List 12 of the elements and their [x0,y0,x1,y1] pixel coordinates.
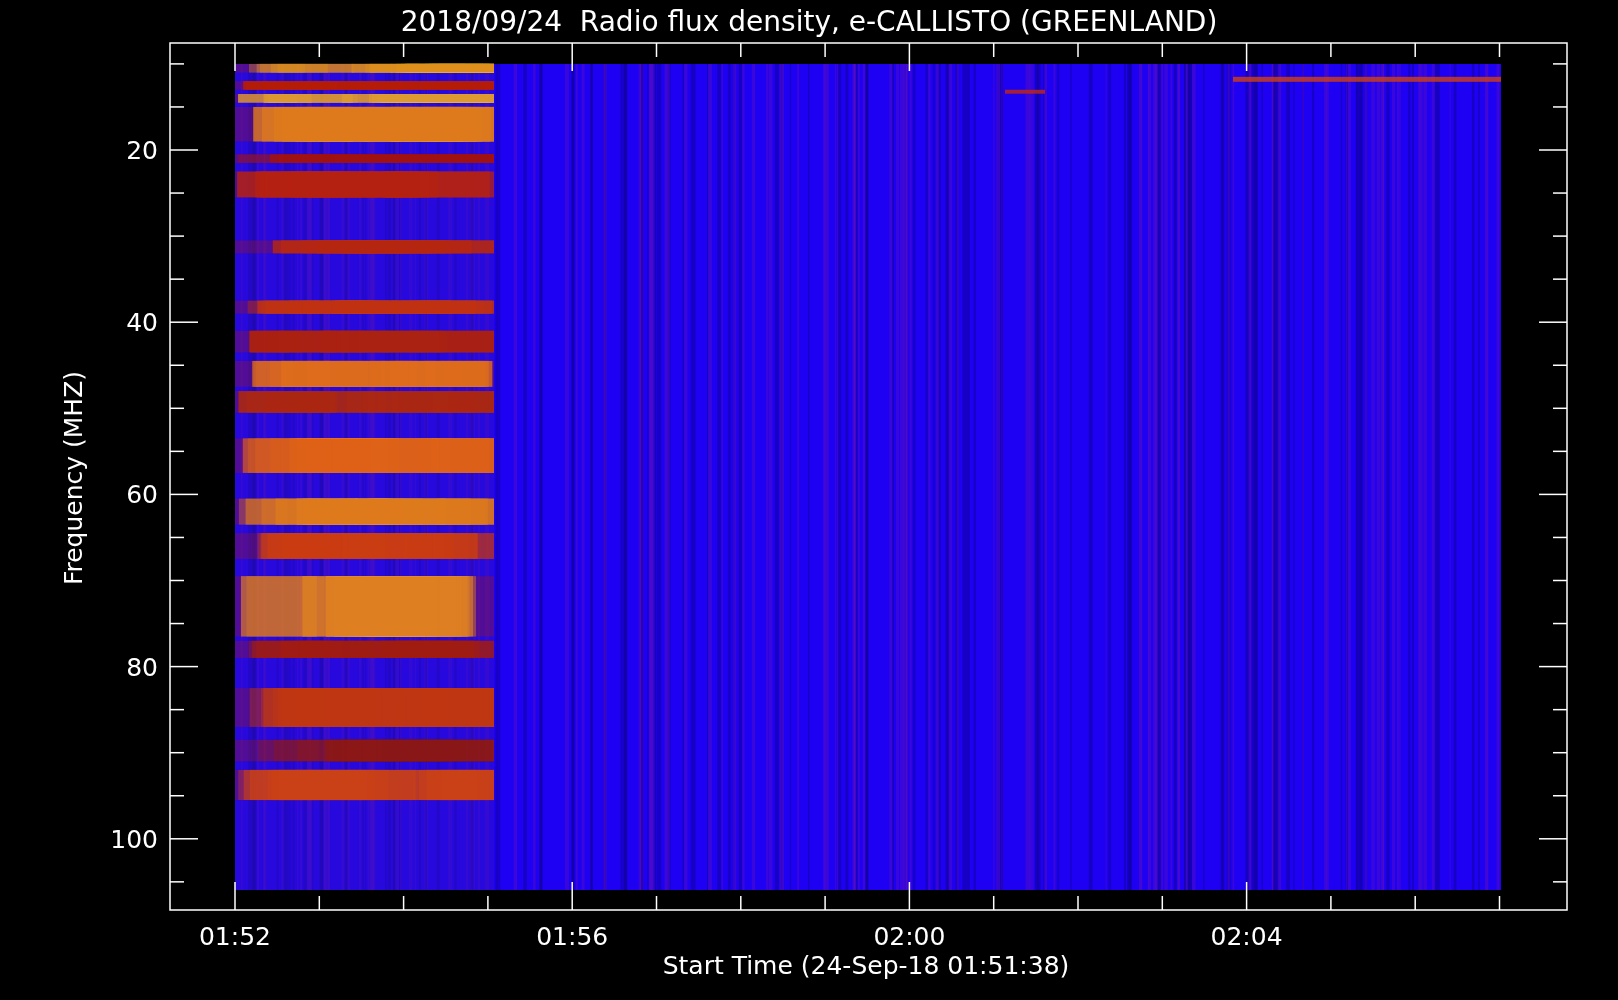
axis-tick-label: 02:00 [873,922,946,951]
axis-tick-label: 01:56 [536,922,609,951]
axis-title: Frequency (MHZ) [59,370,88,586]
axis-tick-label: 01:52 [199,922,271,951]
axis-tick-label: 02:04 [1210,922,1283,951]
axis-tick-label: 40 [126,308,158,338]
axis-tick-label: 20 [126,136,158,165]
axis-tick-label: 100 [110,824,158,854]
chart-title: 2018/09/24 Radio flux density, e-CALLISTO (GREENLAND) [400,5,1218,38]
axis-title: Start Time (24-Sep-18 01:51:38) [662,951,1070,980]
axis-tick-label: 80 [126,652,158,682]
axis-tick-label: 60 [126,480,158,510]
